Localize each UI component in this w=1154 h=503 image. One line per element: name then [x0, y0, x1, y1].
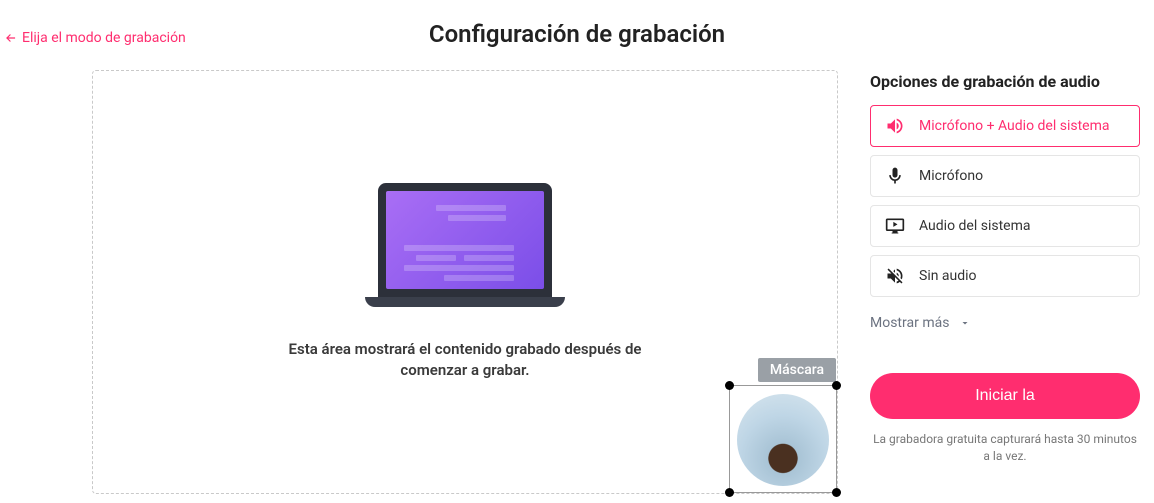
chevron-down-icon — [959, 317, 971, 329]
option-label: Audio del sistema — [919, 218, 1030, 234]
webcam-preview-circle — [737, 394, 829, 486]
microphone-icon — [885, 166, 905, 186]
resize-handle-bottom-right[interactable] — [832, 488, 841, 497]
start-recording-button[interactable]: Iniciar la — [870, 373, 1140, 419]
recording-preview-area: Esta área mostrará el contenido grabado … — [92, 70, 838, 494]
page-title: Configuración de grabación — [0, 20, 1154, 48]
option-label: Micrófono + Audio del sistema — [919, 118, 1109, 134]
sidebar-title: Opciones de grabación de audio — [870, 72, 1140, 91]
show-more-toggle[interactable]: Mostrar más — [870, 315, 1140, 331]
option-mic-plus-system[interactable]: Micrófono + Audio del sistema — [870, 105, 1140, 147]
resize-handle-bottom-left[interactable] — [725, 488, 734, 497]
preview-placeholder-text: Esta área mostrará el contenido grabado … — [275, 339, 655, 381]
resize-handle-top-right[interactable] — [832, 381, 841, 390]
show-more-label: Mostrar más — [870, 315, 949, 331]
option-microphone[interactable]: Micrófono — [870, 155, 1140, 197]
option-label: Micrófono — [919, 168, 983, 184]
free-limit-disclaimer: La grabadora gratuita capturará hasta 30… — [870, 431, 1140, 465]
option-no-audio[interactable]: Sin audio — [870, 255, 1140, 297]
option-label: Sin audio — [919, 268, 977, 284]
option-system-audio[interactable]: Audio del sistema — [870, 205, 1140, 247]
speaker-icon — [885, 116, 905, 136]
webcam-overlay[interactable]: Máscara — [729, 385, 837, 493]
monitor-audio-icon — [885, 216, 905, 236]
speaker-mute-icon — [885, 266, 905, 286]
resize-handle-top-left[interactable] — [725, 381, 734, 390]
laptop-illustration — [370, 183, 560, 313]
audio-options-sidebar: Opciones de grabación de audio Micrófono… — [870, 72, 1140, 465]
mask-button[interactable]: Máscara — [758, 358, 836, 382]
